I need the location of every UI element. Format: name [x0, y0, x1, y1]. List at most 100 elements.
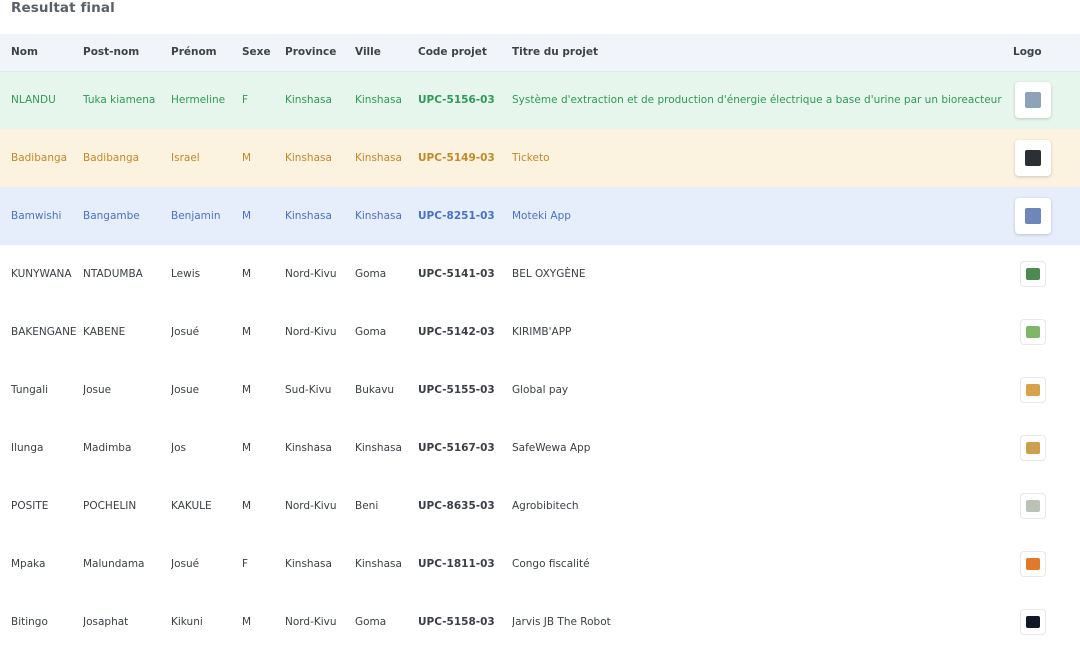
table-row[interactable]: Badibanga Badibanga Israel M Kinshasa Kinshas…: [0, 129, 1080, 187]
header-province: Province: [285, 46, 337, 59]
header-prenom: Prénom: [171, 46, 217, 59]
project-logo[interactable]: [1015, 198, 1051, 234]
cell-nom: Mpaka: [11, 558, 46, 570]
table-row[interactable]: Tungali Josue Josue M Sud-Kivu Bukavu UPC-5155…: [0, 361, 1080, 419]
table-row[interactable]: KUNYWANA NTADUMBA Lewis M Nord-Kivu Goma UPC-5…: [0, 245, 1080, 303]
cell-nom: Bitingo: [11, 616, 48, 628]
cell-code: UPC-5149-03: [418, 152, 495, 164]
cell-province: Kinshasa: [285, 210, 332, 222]
cell-postnom: Malundama: [83, 558, 145, 570]
cell-postnom: NTADUMBA: [83, 268, 143, 280]
logo-image-icon: [1026, 558, 1040, 570]
cell-ville: Kinshasa: [355, 94, 402, 107]
cell-postnom: Tuka kiamena: [83, 94, 156, 107]
cell-sexe: M: [242, 268, 252, 280]
cell-prenom: Josué: [171, 558, 200, 570]
project-logo[interactable]: [1021, 610, 1045, 634]
header-sexe: Sexe: [242, 46, 271, 59]
cell-nom: Ilunga: [11, 442, 44, 454]
cell-titre: Global pay: [512, 384, 569, 396]
cell-postnom: POCHELIN: [83, 500, 137, 512]
header-nom: Nom: [11, 46, 38, 59]
project-logo[interactable]: [1021, 320, 1045, 344]
table-row[interactable]: Bamwishi Bangambe Benjamin M Kinshasa Kinshas…: [0, 187, 1080, 245]
project-logo[interactable]: [1015, 140, 1051, 176]
logo-image-icon: [1025, 208, 1041, 224]
cell-ville: Goma: [355, 268, 387, 280]
table-row[interactable]: BAKENGANE KABENE Josué M Nord-Kivu Goma UPC-51…: [0, 303, 1080, 361]
cell-prenom: Benjamin: [171, 210, 221, 222]
project-logo[interactable]: [1021, 378, 1045, 402]
cell-code: UPC-5156-03: [418, 94, 495, 107]
logo-image-icon: [1025, 150, 1041, 166]
project-logo[interactable]: [1021, 552, 1045, 576]
cell-ville: Kinshasa: [355, 152, 402, 164]
table-header: Nom Post-nom Prénom Sexe Province Ville …: [0, 34, 1080, 71]
results-table: Nom Post-nom Prénom Sexe Province Ville …: [0, 34, 1080, 651]
cell-titre: Système d'extraction et de production d'…: [512, 94, 1002, 107]
cell-prenom: Josué: [171, 326, 200, 338]
cell-prenom: Kikuni: [171, 616, 203, 628]
cell-postnom: Bangambe: [83, 210, 140, 222]
cell-postnom: Josue: [83, 384, 112, 396]
cell-sexe: M: [242, 152, 252, 164]
cell-logo: [1013, 129, 1080, 187]
cell-logo: [1013, 477, 1080, 535]
table-body: NLANDU Tuka kiamena Hermeline F Kinshasa Kins…: [0, 71, 1080, 651]
header-postnom: Post-nom: [83, 46, 140, 59]
cell-nom: POSITE: [11, 500, 49, 512]
cell-titre: Agrobibitech: [512, 500, 579, 512]
header-logo: Logo: [1013, 46, 1042, 59]
table-row[interactable]: Ilunga Madimba Jos M Kinshasa Kinshasa UPC-516…: [0, 419, 1080, 477]
cell-logo: [1013, 71, 1080, 129]
cell-logo: [1013, 187, 1080, 245]
cell-ville: Kinshasa: [355, 558, 402, 570]
cell-code: UPC-5167-03: [418, 442, 495, 454]
logo-image-icon: [1026, 500, 1040, 512]
cell-sexe: M: [242, 500, 252, 512]
cell-province: Nord-Kivu: [285, 500, 337, 512]
cell-prenom: Lewis: [171, 268, 201, 280]
project-logo[interactable]: [1021, 494, 1045, 518]
project-logo[interactable]: [1015, 82, 1051, 119]
table-row[interactable]: POSITE POCHELIN KAKULE M Nord-Kivu Beni UPC-86…: [0, 477, 1080, 535]
cell-titre: KIRIMB'APP: [512, 326, 572, 338]
cell-postnom: KABENE: [83, 326, 126, 338]
project-logo[interactable]: [1021, 262, 1045, 286]
cell-code: UPC-5155-03: [418, 384, 495, 396]
cell-logo: [1013, 419, 1080, 477]
cell-postnom: Badibanga: [83, 152, 140, 164]
cell-ville: Bukavu: [355, 384, 395, 396]
cell-code: UPC-5142-03: [418, 326, 495, 338]
cell-nom: BAKENGANE: [11, 326, 77, 338]
cell-province: Kinshasa: [285, 558, 332, 570]
header-ville: Ville: [355, 46, 381, 59]
cell-titre: Congo fiscalité: [512, 558, 590, 570]
logo-image-icon: [1026, 616, 1040, 628]
cell-sexe: M: [242, 384, 252, 396]
cell-titre: SafeWewa App: [512, 442, 591, 454]
cell-titre: Moteki App: [512, 210, 571, 222]
cell-province: Kinshasa: [285, 442, 332, 454]
cell-prenom: Hermeline: [171, 94, 226, 107]
logo-image-icon: [1026, 384, 1040, 396]
results-panel: Resultat final Nom Post-nom Prénom Sexe …: [0, 0, 1080, 660]
table-row[interactable]: Bitingo Josaphat Kikuni M Nord-Kivu Goma UPC-5…: [0, 593, 1080, 651]
cell-nom: NLANDU: [11, 94, 56, 107]
cell-logo: [1013, 303, 1080, 361]
table-row[interactable]: Mpaka Malundama Josué F Kinshasa Kinshasa UPC-…: [0, 535, 1080, 593]
logo-image-icon: [1026, 442, 1040, 454]
cell-ville: Goma: [355, 616, 387, 628]
cell-nom: KUNYWANA: [11, 268, 72, 280]
header-titre-projet: Titre du projet: [512, 46, 599, 59]
cell-titre: Ticketo: [512, 152, 550, 164]
cell-sexe: M: [242, 326, 252, 338]
project-logo[interactable]: [1021, 436, 1045, 460]
section-title: Resultat final: [11, 0, 115, 16]
cell-ville: Kinshasa: [355, 210, 402, 222]
cell-prenom: Josue: [171, 384, 200, 396]
table-row[interactable]: NLANDU Tuka kiamena Hermeline F Kinshasa Kins…: [0, 71, 1080, 129]
cell-province: Nord-Kivu: [285, 326, 337, 338]
cell-ville: Beni: [355, 500, 379, 512]
cell-titre: BEL OXYGÈNE: [512, 268, 586, 280]
